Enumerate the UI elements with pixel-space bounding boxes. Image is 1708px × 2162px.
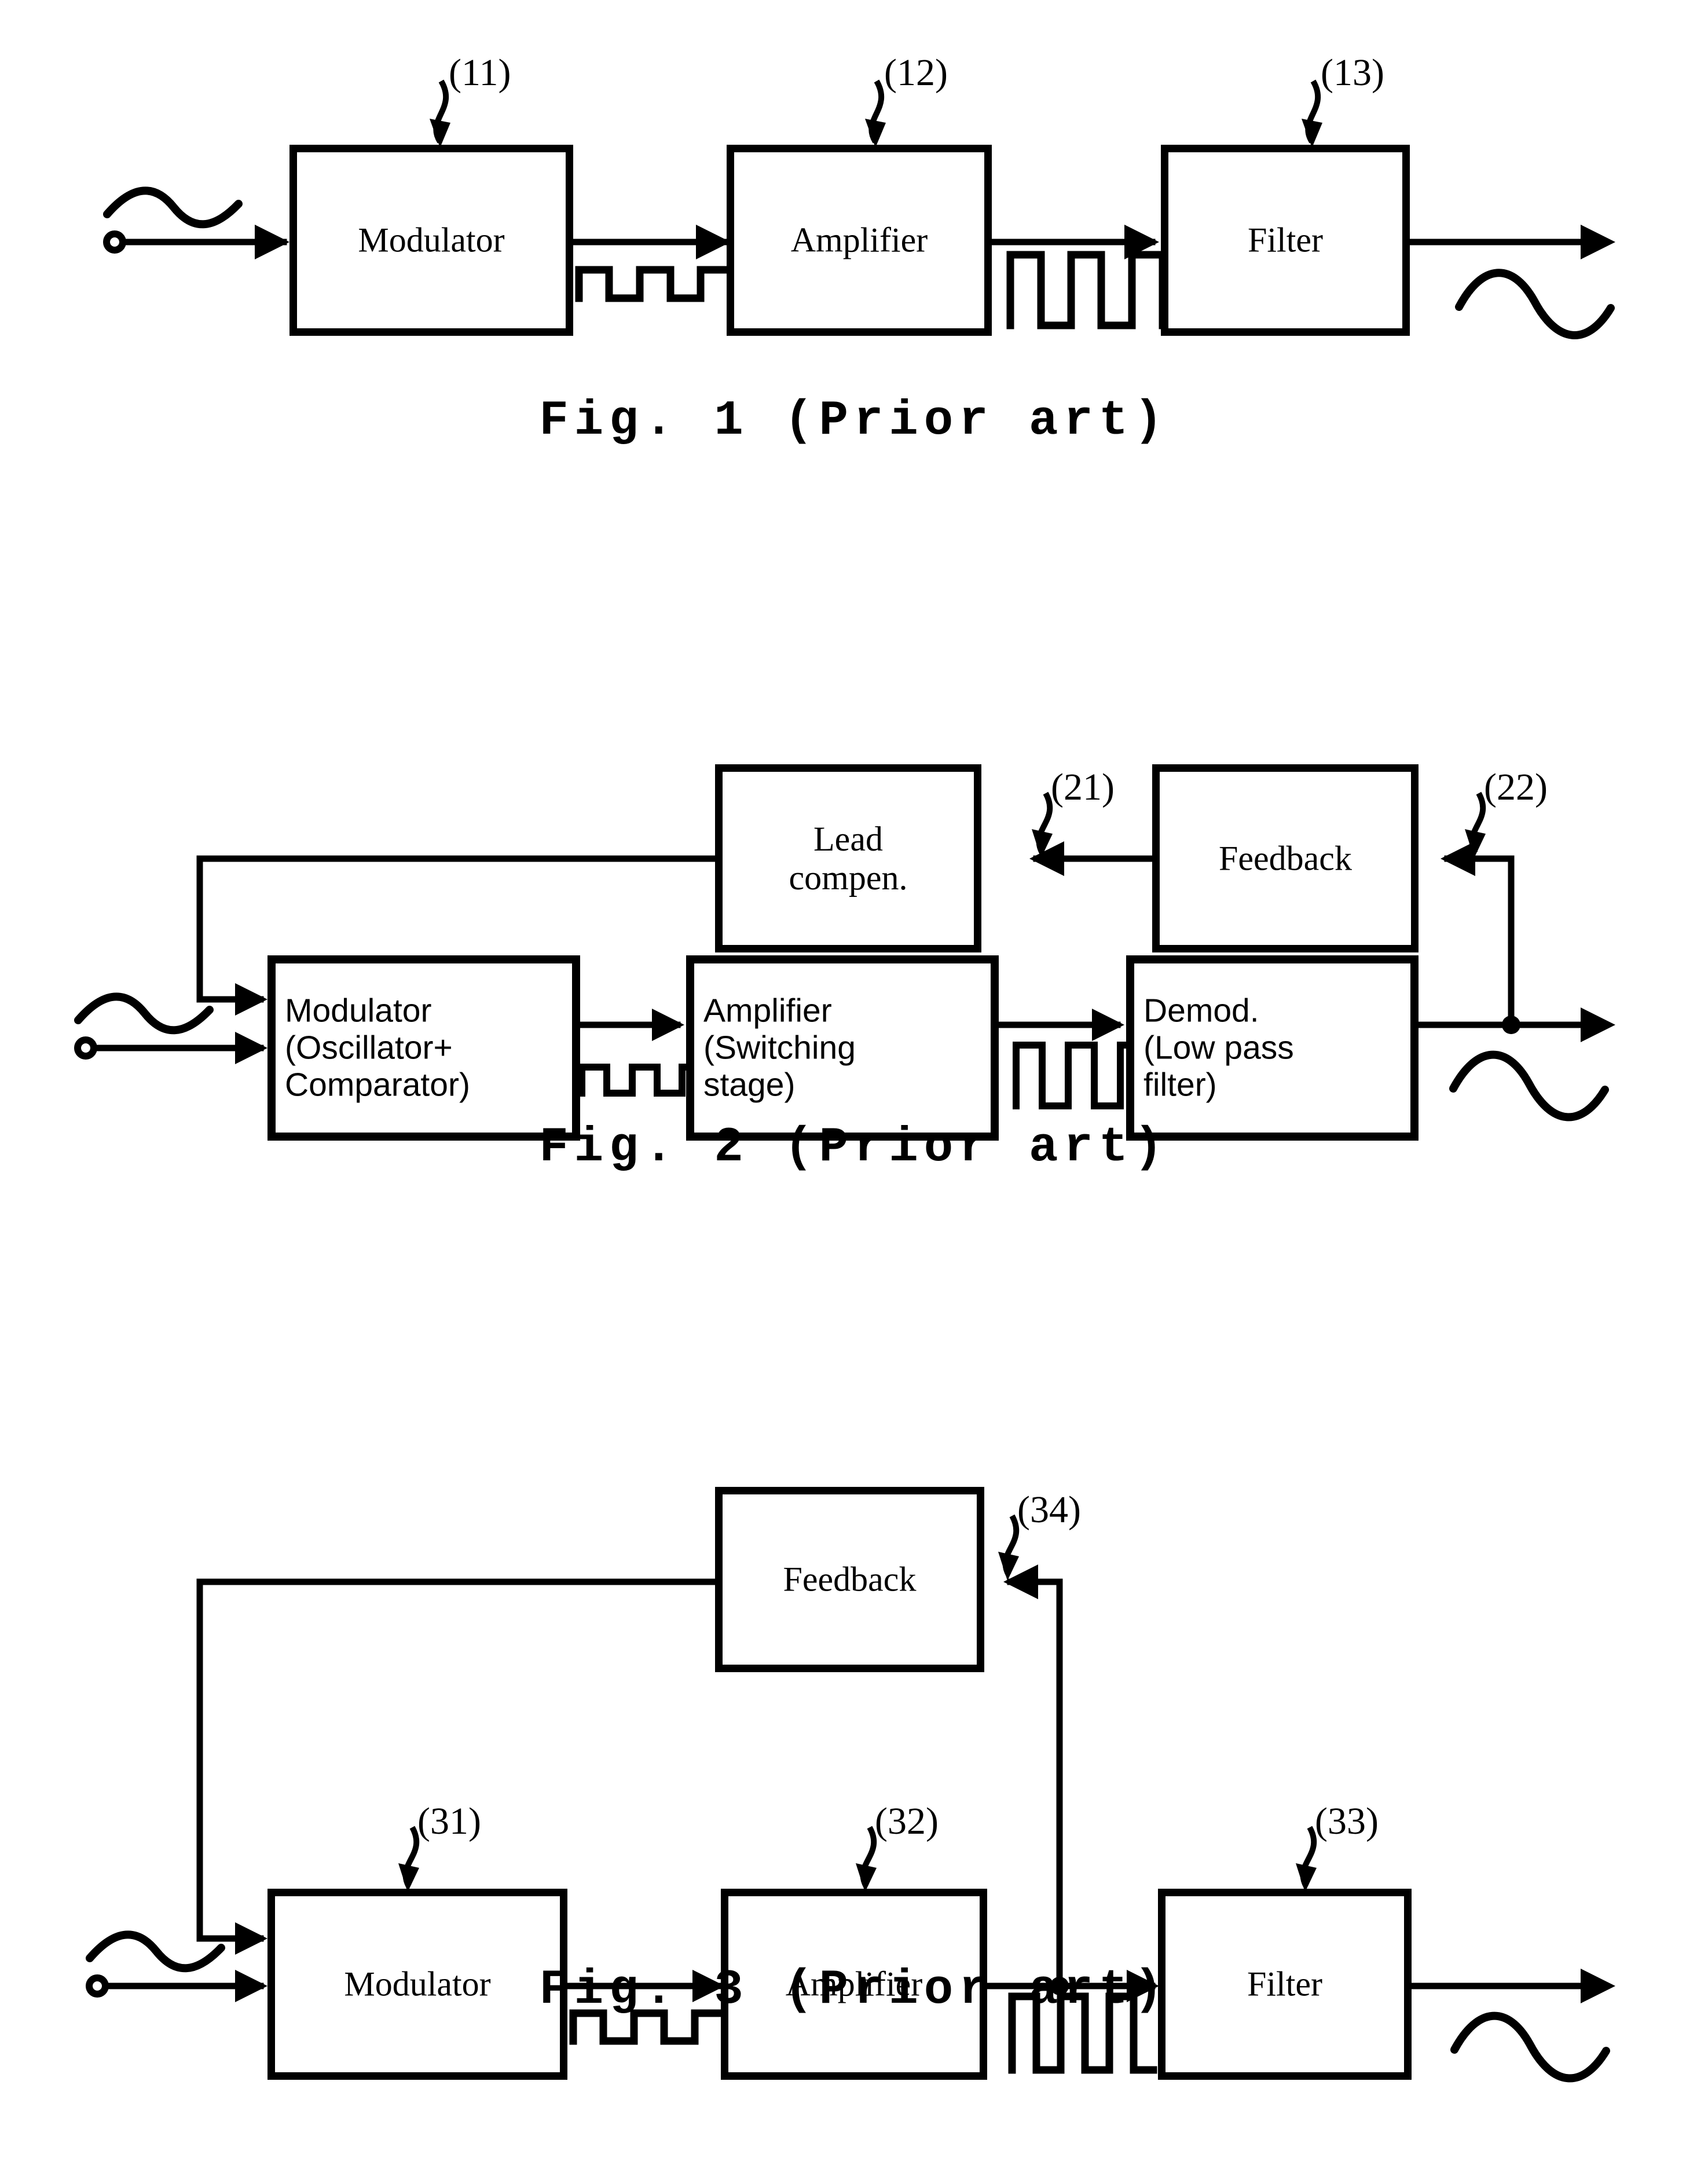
- fig2-demod-line-1: Demod.: [1143, 992, 1259, 1029]
- input-sine-symbol: [74, 992, 214, 1035]
- output-sine-symbol: [1455, 269, 1615, 339]
- arrowhead-to-demod: [1092, 1009, 1124, 1041]
- output-sine-symbol: [1449, 1050, 1609, 1122]
- fig1-ref-12: (12): [884, 52, 948, 94]
- figure-3: Feedback Modulator Amplifier Filter (34)…: [0, 1378, 1708, 2083]
- fig1-amplifier-label: Amplifier: [790, 221, 928, 259]
- input-sine-symbol: [103, 186, 243, 229]
- fig3-ref-34: (34): [1017, 1489, 1081, 1531]
- fig2-demod-label: Demod. (Low pass filter): [1134, 992, 1410, 1103]
- output-tap-junction: [1502, 1016, 1520, 1034]
- fig2-block-modulator[interactable]: Modulator (Oscillator+ Comparator): [267, 955, 580, 1141]
- fig1-block-filter[interactable]: Filter: [1161, 145, 1410, 336]
- fig1-block-modulator[interactable]: Modulator: [289, 145, 573, 336]
- arrowhead-to-lead-compen: [1029, 841, 1064, 876]
- fig2-modulator-line-3: Comparator): [285, 1065, 470, 1103]
- figure-1: Modulator Amplifier Filter (11) (12) (13…: [0, 0, 1708, 481]
- fig3-feedback-label: Feedback: [783, 1560, 917, 1599]
- figure-2-canvas: Lead compen. Feedback Modulator (Oscilla…: [0, 625, 1708, 1222]
- input-terminal-circle: [74, 1036, 97, 1060]
- fig1-block-amplifier[interactable]: Amplifier: [727, 145, 992, 336]
- fig2-amplifier-line-1: Amplifier: [703, 992, 832, 1029]
- fig2-amplifier-line-2: (Switching: [703, 1029, 856, 1067]
- fig2-block-amplifier[interactable]: Amplifier (Switching stage): [686, 955, 999, 1141]
- fig2-block-demodulator[interactable]: Demod. (Low pass filter): [1126, 955, 1419, 1141]
- pwm-waveform-2: [1006, 251, 1190, 329]
- fig1-ref-11: (11): [449, 52, 511, 94]
- output-sine-symbol: [1450, 2011, 1610, 2083]
- fig2-lead-compen-label: Lead compen.: [723, 819, 974, 897]
- fig3-caption: Fig. 3 (Prior art): [539, 1963, 1169, 2018]
- fig1-filter-label: Filter: [1248, 221, 1323, 259]
- fig2-modulator-line-1: Modulator: [285, 992, 432, 1029]
- figure-1-canvas: Modulator Amplifier Filter (11) (12) (13…: [0, 0, 1708, 481]
- fig2-lead-compen-line-2: compen.: [789, 858, 908, 897]
- fig3-ref-31: (31): [417, 1800, 481, 1842]
- fig2-feedback-label: Feedback: [1219, 838, 1352, 877]
- fig1-modulator-label: Modulator: [358, 221, 505, 259]
- fig1-caption: Fig. 1 (Prior art): [539, 394, 1169, 449]
- fig2-demod-line-3: filter): [1143, 1065, 1217, 1103]
- arrowhead-to-amplifier: [696, 225, 731, 259]
- fig1-ref-13: (13): [1321, 52, 1384, 94]
- input-terminal-circle: [103, 230, 126, 254]
- fig2-amplifier-label: Amplifier (Switching stage): [694, 992, 991, 1103]
- arrowhead-to-amplifier: [652, 1009, 684, 1041]
- fig3-ref-32: (32): [875, 1800, 939, 1842]
- figure-2: Lead compen. Feedback Modulator (Oscilla…: [0, 625, 1708, 1222]
- fig2-modulator-line-2: (Oscillator+: [285, 1029, 453, 1067]
- fig2-block-lead-compensation[interactable]: Lead compen.: [715, 764, 981, 952]
- fig2-lead-compen-line-1: Lead: [813, 819, 883, 858]
- arrowhead-input-to-modulator: [235, 1032, 267, 1064]
- figure-3-canvas: Feedback Modulator Amplifier Filter (34)…: [0, 1378, 1708, 2083]
- fig2-demod-line-2: (Low pass: [1143, 1029, 1294, 1067]
- fig2-block-feedback[interactable]: Feedback: [1152, 764, 1419, 952]
- arrowhead-to-modulator: [255, 225, 289, 259]
- fig3-ref-33: (33): [1315, 1800, 1379, 1842]
- arrowhead-output: [1581, 1007, 1615, 1042]
- fig2-amplifier-line-3: stage): [703, 1065, 796, 1103]
- arrowhead-feedback-to-modulator: [235, 983, 267, 1016]
- fig2-caption: Fig. 2 (Prior art): [539, 1120, 1169, 1175]
- fig2-ref-21: (21): [1051, 766, 1115, 808]
- arrowhead-output: [1581, 225, 1615, 259]
- fig3-block-feedback[interactable]: Feedback: [715, 1487, 984, 1672]
- arrowhead-feedback-to-modulator: [235, 1922, 267, 1955]
- fig2-ref-22: (22): [1484, 766, 1548, 808]
- fig2-modulator-label: Modulator (Oscillator+ Comparator): [276, 992, 572, 1103]
